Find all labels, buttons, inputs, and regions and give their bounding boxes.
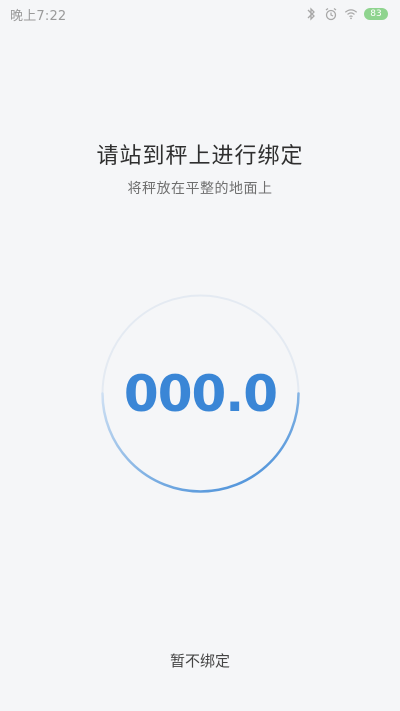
weight-dial: 000.0 [98,291,303,496]
status-bar: 晚上7:22 83 [0,0,400,28]
wifi-icon [344,7,358,21]
weight-readout: 000.0 [123,364,278,423]
alarm-icon [324,7,338,21]
skip-binding-button[interactable]: 暂不绑定 [0,650,400,671]
status-icons: 83 [304,7,388,21]
page-title: 请站到秤上进行绑定 [96,144,304,169]
bluetooth-icon [304,7,318,21]
instruction-text: 将秤放在平整的地面上 [127,181,273,197]
status-time: 晚上7:22 [10,8,67,24]
battery-indicator: 83 [364,8,388,20]
